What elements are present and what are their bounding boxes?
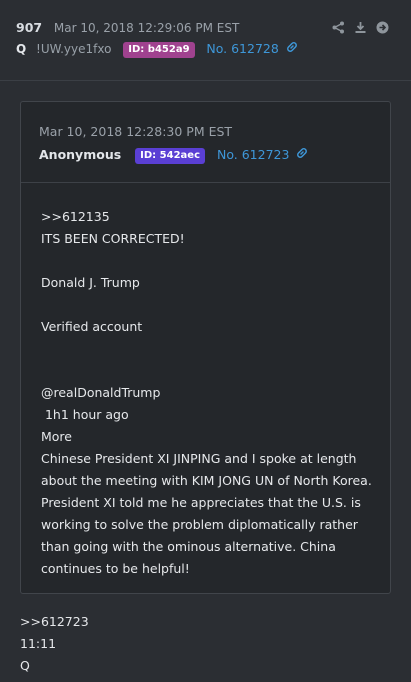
post-meta-row: 907 Mar 10, 2018 12:29:06 PM EST xyxy=(16,20,239,35)
quoted-post-author-row: Anonymous ID: 542aec No. 612723 xyxy=(39,147,308,164)
quoted-post-body: >>612135 ITS BEEN CORRECTED! Donald J. T… xyxy=(41,209,372,576)
post-header: 907 Mar 10, 2018 12:29:06 PM EST Q !UW.y… xyxy=(0,0,411,81)
quoted-post-header: Mar 10, 2018 12:28:30 PM EST Anonymous I… xyxy=(21,102,390,183)
download-icon[interactable] xyxy=(353,20,367,34)
post-author-row: Q !UW.yye1fxo ID: b452a9 No. 612728 xyxy=(16,41,298,58)
quoted-post: Mar 10, 2018 12:28:30 PM EST Anonymous I… xyxy=(20,101,391,594)
quoted-post-number-link[interactable]: No. 612723 xyxy=(217,147,289,162)
post-actions xyxy=(331,20,389,34)
post-count: 907 xyxy=(16,20,43,35)
post-author: Q xyxy=(16,42,27,56)
quoted-post-id-badge[interactable]: ID: 542aec xyxy=(135,148,205,164)
post-body: >>612723 11:11 Q xyxy=(20,614,89,673)
post-tripcode: !UW.yye1fxo xyxy=(36,42,112,56)
post-number-link[interactable]: No. 612728 xyxy=(206,41,278,56)
link-icon[interactable] xyxy=(296,148,308,162)
share-icon[interactable] xyxy=(331,20,345,34)
quoted-post-date: Mar 10, 2018 12:28:30 PM EST xyxy=(39,124,233,139)
quoted-post-author: Anonymous xyxy=(39,147,122,162)
post-date: Mar 10, 2018 12:29:06 PM EST xyxy=(53,21,240,35)
link-icon[interactable] xyxy=(286,42,298,56)
post-id-badge[interactable]: ID: b452a9 xyxy=(123,42,195,58)
goto-icon[interactable] xyxy=(375,20,389,34)
